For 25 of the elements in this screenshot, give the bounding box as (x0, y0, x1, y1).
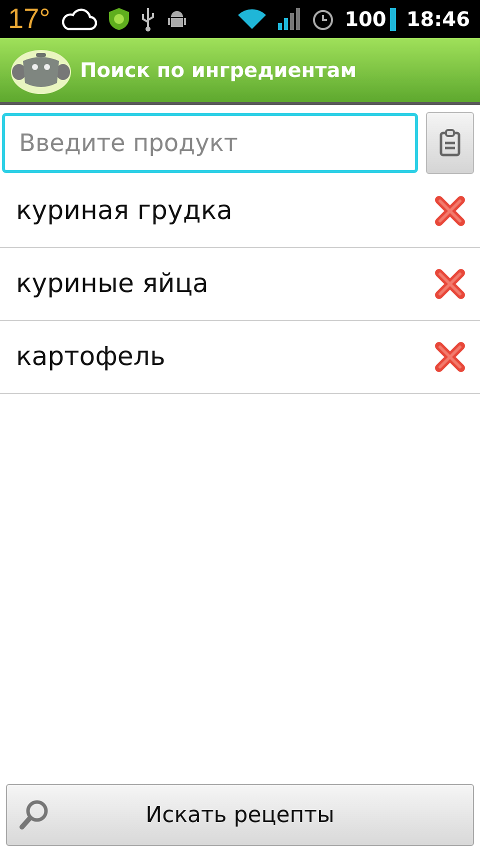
search-icon (19, 799, 49, 831)
ingredient-name: куриные яйца (16, 269, 208, 299)
search-recipes-button[interactable]: Искать рецепты (6, 784, 474, 846)
wifi-icon (236, 7, 267, 31)
app-title: Поиск по ингредиентам (80, 58, 357, 82)
temperature-text: 17° (8, 3, 50, 35)
ingredient-name: картофель (16, 342, 166, 372)
clipboard-button[interactable] (426, 112, 474, 174)
signal-icon (276, 7, 301, 31)
delete-icon[interactable] (434, 195, 466, 227)
usb-icon (140, 6, 156, 32)
shield-icon (108, 7, 130, 31)
product-input-field[interactable]: Введите продукт (2, 113, 418, 173)
battery-text: 100 (344, 7, 386, 31)
delete-icon[interactable] (434, 268, 466, 300)
delete-icon[interactable] (434, 341, 466, 373)
ingredient-row[interactable]: картофель (0, 321, 480, 394)
ingredient-row[interactable]: куриная грудка (0, 175, 480, 248)
clock-text: 18:46 (406, 7, 470, 31)
alarm-icon (310, 7, 335, 31)
battery-icon (390, 7, 396, 31)
clipboard-icon (439, 129, 461, 157)
cloud-icon (60, 6, 98, 32)
ingredient-name: куриная грудка (16, 196, 232, 226)
ingredient-row[interactable]: куриные яйца (0, 248, 480, 321)
